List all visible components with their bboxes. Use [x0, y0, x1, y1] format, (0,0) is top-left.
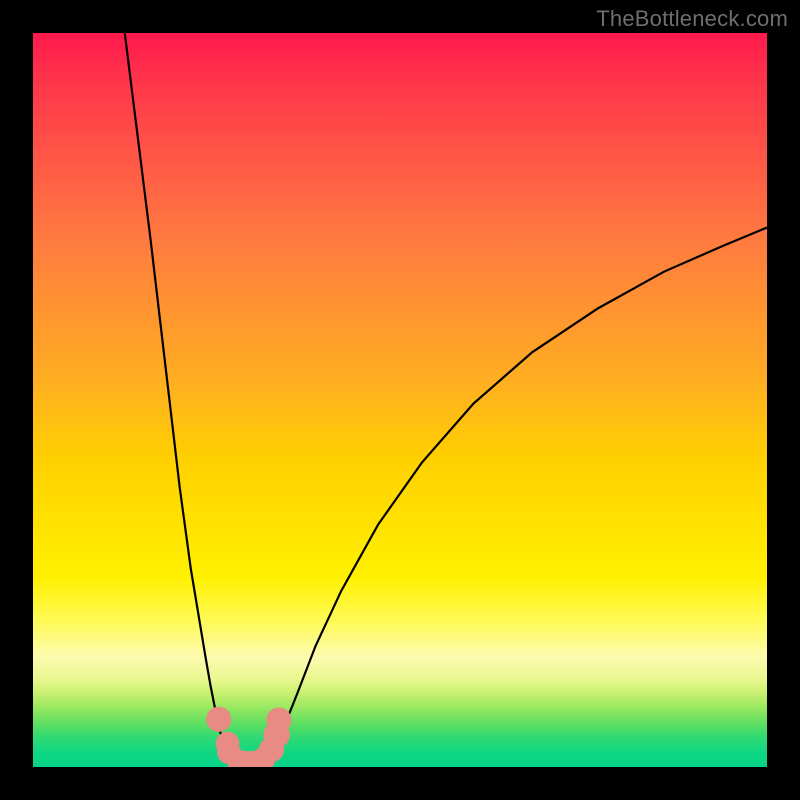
data-marker: [206, 707, 231, 732]
data-marker: [266, 707, 291, 732]
watermark-text: TheBottleneck.com: [596, 6, 788, 32]
curve-left: [125, 33, 231, 757]
chart-svg: [33, 33, 767, 767]
markers-group: [206, 707, 291, 767]
plot-area: [33, 33, 767, 767]
chart-frame: TheBottleneck.com: [0, 0, 800, 800]
curve-right: [268, 228, 767, 756]
